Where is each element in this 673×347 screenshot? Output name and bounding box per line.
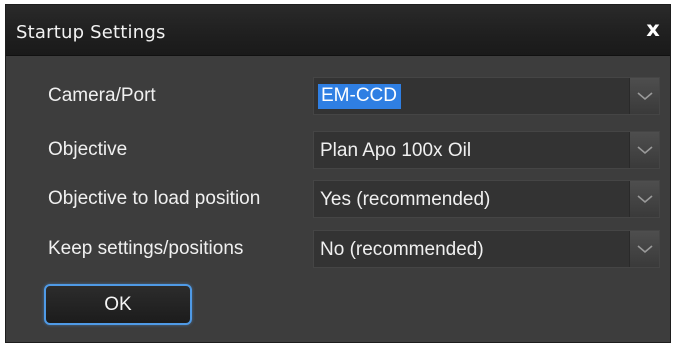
objective-load-position-select[interactable]: Yes (recommended) (313, 180, 660, 218)
objective-load-position-label: Objective to load position (48, 188, 261, 209)
ok-button[interactable]: OK (44, 284, 192, 325)
camera-port-dropdown-button[interactable] (629, 78, 659, 114)
dialog-title: Startup Settings (16, 22, 166, 43)
objective-load-position-value: Yes (recommended) (320, 189, 491, 210)
objective-load-position-dropdown-button[interactable] (629, 181, 659, 217)
objective-label: Objective (48, 139, 128, 160)
setting-row-objective-load-position: Objective to load position Yes (recommen… (6, 180, 670, 220)
startup-settings-dialog: Startup Settings x Camera/Port EM-CCD Ob… (5, 4, 671, 343)
setting-row-objective: Objective Plan Apo 100x Oil (6, 131, 670, 171)
setting-row-camera-port: Camera/Port EM-CCD (6, 77, 670, 117)
title-bar: Startup Settings x (6, 5, 670, 56)
chevron-down-icon (637, 195, 653, 204)
keep-settings-value: No (recommended) (320, 239, 484, 260)
keep-settings-dropdown-button[interactable] (629, 231, 659, 267)
objective-value: Plan Apo 100x Oil (320, 140, 472, 161)
chevron-down-icon (637, 92, 653, 101)
objective-select[interactable]: Plan Apo 100x Oil (313, 131, 660, 169)
camera-port-value: EM-CCD (318, 84, 401, 109)
camera-port-label: Camera/Port (48, 85, 156, 106)
close-icon[interactable]: x (642, 17, 664, 41)
setting-row-keep-settings: Keep settings/positions No (recommended) (6, 230, 670, 270)
keep-settings-select[interactable]: No (recommended) (313, 230, 660, 268)
chevron-down-icon (637, 146, 653, 155)
camera-port-select[interactable]: EM-CCD (313, 77, 660, 115)
chevron-down-icon (637, 245, 653, 254)
objective-dropdown-button[interactable] (629, 132, 659, 168)
keep-settings-label: Keep settings/positions (48, 238, 244, 259)
